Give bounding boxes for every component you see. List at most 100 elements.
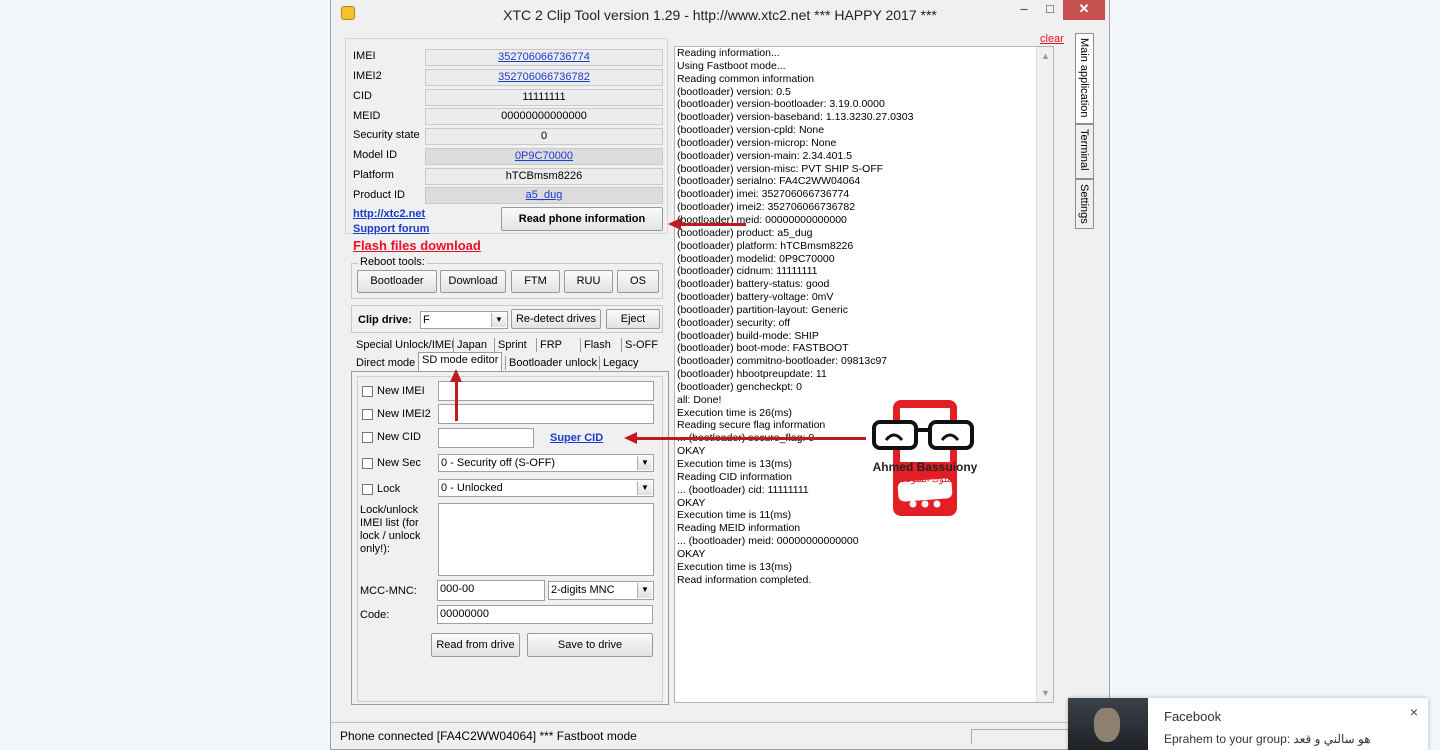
tab-frp[interactable]: FRP: [536, 338, 565, 352]
log-line: (bootloader) version-misc: PVT SHIP S-OF…: [677, 162, 884, 175]
tab-terminal-label: Terminal: [1078, 129, 1090, 171]
log-line: Execution time is 26(ms): [677, 406, 792, 419]
new-imei2-input[interactable]: [438, 404, 654, 424]
lock-checkbox[interactable]: [362, 484, 373, 495]
ftm-button[interactable]: FTM: [511, 270, 560, 293]
log-line: ... (bootloader) meid: 00000000000000: [677, 535, 859, 548]
imei2-label: IMEI2: [353, 70, 382, 82]
annotation-arrow-tab-head: [450, 369, 462, 382]
log-line: (bootloader) battery-status: good: [677, 278, 830, 291]
clip-drive-select[interactable]: F ▼: [420, 311, 508, 329]
security-label: Security state: [353, 129, 420, 141]
log-line: Reading MEID information: [677, 522, 801, 535]
watermark-logo: Ahmed Bassuiony ملوك السوفت: [870, 398, 980, 518]
annotation-arrow-read-head: [668, 218, 681, 230]
tab-bootloader-unlock[interactable]: Bootloader unlock: [505, 356, 600, 370]
mcc-mnc-input[interactable]: 000-00: [437, 580, 545, 601]
new-sec-checkbox[interactable]: [362, 458, 373, 469]
log-line: (bootloader) modelid: 0P9C70000: [677, 252, 835, 265]
maximize-button[interactable]: □: [1037, 0, 1063, 20]
title-bar[interactable]: XTC 2 Clip Tool version 1.29 - http://ww…: [331, 0, 1109, 30]
log-line: Read information completed.: [677, 573, 812, 586]
chevron-down-icon: ▼: [637, 583, 652, 598]
tab-s-off[interactable]: S-OFF: [621, 338, 661, 352]
new-cid-checkbox[interactable]: [362, 432, 373, 443]
lock-list-textarea[interactable]: [438, 503, 654, 576]
close-icon[interactable]: ×: [1410, 704, 1418, 720]
log-line: Reading CID information: [677, 470, 792, 483]
close-button[interactable]: ✕: [1063, 0, 1105, 20]
log-line: (bootloader) partition-layout: Generic: [677, 303, 849, 316]
code-input[interactable]: 00000000: [437, 605, 653, 624]
log-line: all: Done!: [677, 393, 722, 406]
avatar: [1068, 698, 1148, 750]
new-cid-label: New CID: [377, 431, 422, 443]
support-forum-link[interactable]: Support forum: [353, 223, 429, 235]
tab-sprint[interactable]: Sprint: [494, 338, 530, 352]
imei-label: IMEI: [353, 50, 376, 62]
app-window: XTC 2 Clip Tool version 1.29 - http://ww…: [330, 0, 1110, 750]
site-link[interactable]: http://xtc2.net: [353, 208, 425, 220]
tab-settings-side[interactable]: Settings: [1075, 179, 1094, 229]
log-line: (bootloader) platform: hTCBmsm8226: [677, 239, 854, 252]
tab-flash[interactable]: Flash: [580, 338, 614, 352]
read-phone-info-button[interactable]: Read phone information: [501, 207, 663, 231]
tab-legacy[interactable]: Legacy: [599, 356, 641, 370]
tab-direct-mode[interactable]: Direct mode: [353, 356, 418, 370]
meid-label: MEID: [353, 110, 381, 122]
product-label: Product ID: [353, 189, 405, 201]
tab-terminal[interactable]: Terminal: [1075, 124, 1094, 179]
minimize-button[interactable]: –: [1011, 0, 1037, 20]
log-lines: Reading information... Using Fastboot mod…: [675, 47, 1053, 586]
read-from-drive-button[interactable]: Read from drive: [431, 633, 520, 657]
log-line: (bootloader) gencheckpt: 0: [677, 380, 802, 393]
annotation-arrow-supercid-head: [624, 432, 637, 444]
tab-main-application[interactable]: Main application: [1075, 33, 1094, 124]
product-value[interactable]: a5_dug: [425, 187, 663, 204]
model-value[interactable]: 0P9C70000: [425, 148, 663, 165]
eject-button[interactable]: Eject: [606, 309, 660, 329]
download-button[interactable]: Download: [440, 270, 506, 293]
scroll-up-icon[interactable]: ▲: [1037, 51, 1053, 61]
platform-value: hTCBmsm8226: [425, 168, 663, 185]
new-imei-checkbox[interactable]: [362, 386, 373, 397]
save-to-drive-button[interactable]: Save to drive: [527, 633, 653, 657]
tab-japan[interactable]: Japan: [453, 338, 490, 352]
mnc-type-value: 2-digits MNC: [551, 584, 615, 596]
window-title: XTC 2 Clip Tool version 1.29 - http://ww…: [503, 7, 937, 23]
log-scrollbar[interactable]: ▲ ▼: [1036, 47, 1053, 702]
log-line: (bootloader) version-bootloader: 3.19.0.…: [677, 98, 885, 111]
log-line: Reading information...: [677, 47, 780, 59]
redetect-drives-button[interactable]: Re-detect drives: [511, 309, 601, 329]
flash-files-link[interactable]: Flash files download: [353, 238, 481, 253]
new-imei-input[interactable]: [438, 381, 654, 401]
phone-glasses-icon: [872, 400, 974, 516]
tab-settings-label: Settings: [1078, 184, 1090, 224]
tab-special-unlock[interactable]: Special Unlock/IMEI: [353, 338, 457, 352]
scroll-down-icon[interactable]: ▼: [1037, 688, 1053, 698]
security-value: 0: [425, 128, 663, 145]
lock-select[interactable]: 0 - Unlocked ▼: [438, 479, 654, 497]
log-line: (bootloader) commitno-bootloader: 09813c…: [677, 355, 888, 368]
imei-value[interactable]: 352706066736774: [425, 49, 663, 66]
log-line: (bootloader) hbootpreupdate: 11: [677, 368, 827, 381]
os-button[interactable]: OS: [617, 270, 659, 293]
super-cid-link[interactable]: Super CID: [550, 432, 603, 444]
log-line: OKAY: [677, 496, 706, 509]
new-cid-input[interactable]: [438, 428, 534, 448]
new-imei2-checkbox[interactable]: [362, 409, 373, 420]
log-output[interactable]: Reading information... Using Fastboot mod…: [674, 46, 1054, 703]
log-line: (bootloader) serialno: FA4C2WW04064: [677, 175, 861, 188]
imei2-value[interactable]: 352706066736782: [425, 69, 663, 86]
sec-select[interactable]: 0 - Security off (S-OFF) ▼: [438, 454, 654, 472]
clear-link[interactable]: clear: [1040, 33, 1064, 45]
facebook-notification[interactable]: Facebook Eprahem to your group: هو سالني…: [1068, 698, 1428, 750]
reboot-tools-title: Reboot tools:: [358, 256, 427, 268]
log-line: (bootloader) version-main: 2.34.401.5: [677, 149, 853, 162]
tab-main-application-label: Main application: [1078, 38, 1090, 118]
status-text: Phone connected [FA4C2WW04064] *** Fastb…: [340, 729, 637, 743]
bootloader-button[interactable]: Bootloader: [357, 270, 437, 293]
mnc-type-select[interactable]: 2-digits MNC ▼: [548, 581, 654, 600]
ruu-button[interactable]: RUU: [564, 270, 613, 293]
log-line: (bootloader) cidnum: 11111111: [677, 265, 818, 278]
